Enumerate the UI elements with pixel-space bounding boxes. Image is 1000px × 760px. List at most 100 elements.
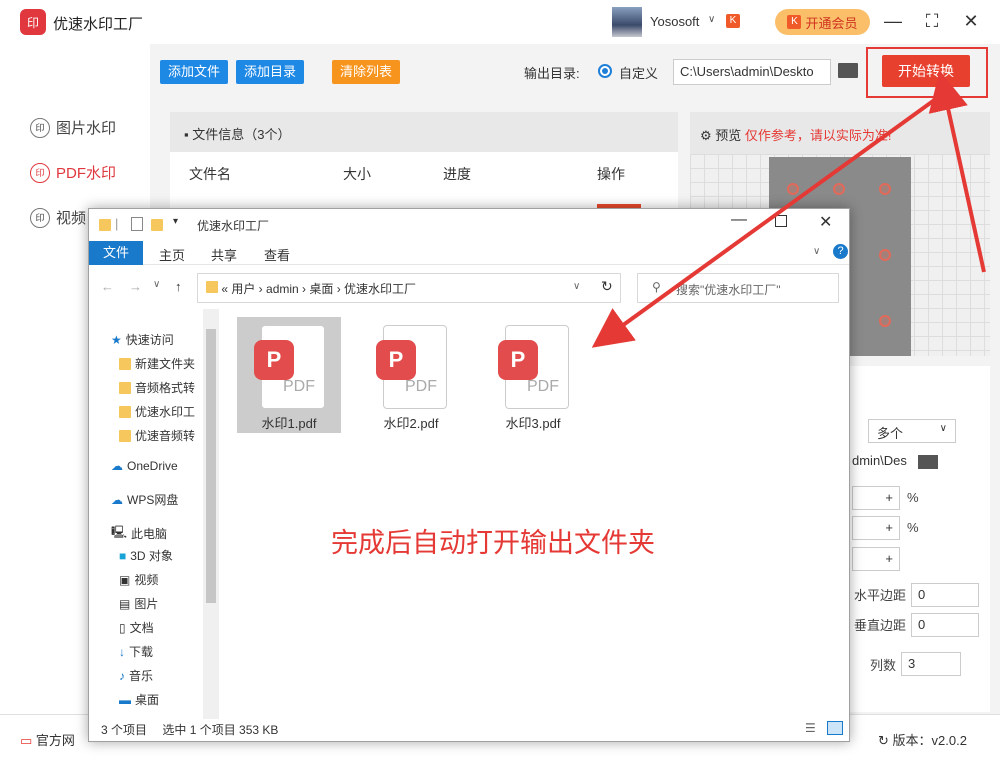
file-item[interactable]: P PDF 水印2.pdf bbox=[359, 317, 463, 433]
nav-quick-access[interactable]: ★ 快速访问 bbox=[111, 331, 174, 348]
sidebar-item-image-watermark[interactable]: 印图片水印 bbox=[30, 117, 116, 138]
plus-icon[interactable]: + bbox=[885, 520, 893, 535]
official-label: 官方网 bbox=[35, 733, 75, 748]
nav-scroll-thumb[interactable] bbox=[206, 329, 216, 603]
count-select[interactable]: 多个 ∨ bbox=[868, 419, 956, 443]
sidebar-item-video-watermark[interactable]: 印视频 bbox=[30, 207, 86, 228]
start-convert-button[interactable]: 开始转换 bbox=[882, 55, 970, 87]
customize-arrow-icon[interactable]: ▾ bbox=[173, 216, 178, 227]
large-icons-view-icon[interactable] bbox=[827, 721, 843, 735]
search-input[interactable]: ⚲ 搜索"优速水印工厂" bbox=[637, 273, 839, 303]
avatar[interactable] bbox=[612, 7, 642, 37]
folder-icon[interactable] bbox=[918, 455, 938, 469]
document-icon: ▪ bbox=[184, 127, 193, 142]
nav-onedrive[interactable]: ☁ OneDrive bbox=[111, 459, 178, 473]
settings-path: dmin\Des bbox=[852, 453, 907, 468]
up-icon[interactable]: ↑ bbox=[175, 279, 182, 294]
cols-input[interactable]: 3 bbox=[901, 652, 961, 676]
details-view-icon[interactable]: ☰ bbox=[805, 721, 816, 735]
folder-icon bbox=[119, 405, 131, 418]
preview-warning: 仅作参考，请以实际为准! bbox=[744, 128, 892, 143]
size-input[interactable]: + bbox=[852, 516, 900, 540]
refresh-icon: ↻ bbox=[878, 733, 893, 748]
tab-home[interactable]: 主页 bbox=[159, 245, 185, 264]
minimize-icon[interactable]: — bbox=[731, 211, 747, 229]
nav-3d-objects[interactable]: ■ 3D 对象 bbox=[119, 547, 173, 564]
pdf-badge-icon: P bbox=[498, 340, 538, 380]
tab-share[interactable]: 共享 bbox=[211, 245, 237, 264]
custom-radio[interactable] bbox=[598, 64, 612, 78]
nav-videos[interactable]: ▣ 视频 bbox=[119, 571, 158, 588]
cloud-icon: ☁ bbox=[111, 459, 123, 473]
chevron-down-icon[interactable]: ∨ bbox=[813, 246, 820, 257]
hmargin-input[interactable]: 0 bbox=[911, 583, 979, 607]
output-path-input[interactable]: C:\Users\admin\Deskto bbox=[673, 59, 831, 85]
explorer-window[interactable]: | ▾ 优速水印工厂 — ✕ 文件 主页 共享 查看 ∨ ? ← → ∨ ↑ «… bbox=[88, 208, 850, 742]
explorer-title: 优速水印工厂 bbox=[197, 219, 270, 233]
tab-view[interactable]: 查看 bbox=[264, 245, 290, 264]
sidebar-item-pdf-watermark[interactable]: 印 PDF水印 bbox=[30, 162, 116, 183]
close-icon[interactable]: ✕ bbox=[819, 212, 832, 232]
version-text: 版本：v2.0.2 bbox=[892, 733, 967, 748]
file-item[interactable]: P PDF 水印1.pdf bbox=[237, 317, 341, 433]
ribbon: 文件 主页 共享 查看 ∨ ? bbox=[89, 241, 849, 265]
help-icon[interactable]: ? bbox=[833, 244, 848, 259]
vmargin-input[interactable]: 0 bbox=[911, 613, 979, 637]
clear-list-button[interactable]: 清除列表 bbox=[332, 60, 401, 84]
nav-folder[interactable]: 新建文件夹 bbox=[119, 355, 195, 372]
website-icon: ▭ bbox=[20, 733, 36, 748]
nav-desktop[interactable]: ▬ 桌面 bbox=[119, 691, 159, 708]
nav-folder[interactable]: 音频格式转 bbox=[119, 379, 195, 396]
refresh-icon[interactable]: ↻ bbox=[601, 278, 613, 295]
app-title: 优速水印工厂 bbox=[53, 16, 144, 33]
pdf-file-icon: P PDF bbox=[254, 325, 325, 409]
watermark-dot bbox=[787, 183, 799, 195]
nav-downloads[interactable]: ↓ 下载 bbox=[119, 643, 153, 660]
nav-folder[interactable]: 优速水印工 bbox=[119, 403, 195, 420]
add-file-button[interactable]: 添加文件 bbox=[160, 60, 229, 84]
close-icon[interactable]: ✕ bbox=[961, 10, 981, 32]
music-icon: ♪ bbox=[119, 668, 125, 683]
file-name: 水印1.pdf bbox=[261, 416, 317, 431]
pdf-file-icon: P PDF bbox=[498, 325, 569, 409]
breadcrumb[interactable]: « 用户 › admin › 桌面 › 优速水印工厂 bbox=[221, 282, 416, 296]
folder-icon[interactable] bbox=[838, 63, 858, 78]
chevron-down-icon[interactable]: ∨ bbox=[708, 14, 715, 25]
nav-music[interactable]: ♪ 音乐 bbox=[119, 667, 153, 684]
properties-icon[interactable] bbox=[131, 217, 143, 231]
explorer-titlebar: | ▾ 优速水印工厂 — ✕ bbox=[89, 209, 849, 241]
new-folder-icon[interactable] bbox=[151, 219, 163, 231]
tab-file[interactable]: 文件 bbox=[89, 241, 143, 265]
chevron-down-icon[interactable]: ∨ bbox=[573, 281, 580, 292]
opacity-input[interactable]: + bbox=[852, 486, 900, 510]
add-directory-button[interactable]: 添加目录 bbox=[236, 60, 305, 84]
folder-icon bbox=[119, 429, 131, 442]
pdf-badge-icon: P bbox=[376, 340, 416, 380]
nav-pictures[interactable]: ▤ 图片 bbox=[119, 595, 158, 612]
preview-header: ⚙ 预览 仅作参考，请以实际为准! bbox=[690, 112, 990, 154]
maximize-icon[interactable] bbox=[775, 215, 787, 227]
recent-chevron-icon[interactable]: ∨ bbox=[153, 279, 160, 290]
sidebar-item-label: 图片水印 bbox=[56, 120, 117, 137]
nav-folder[interactable]: 优速音频转 bbox=[119, 427, 195, 444]
username[interactable]: Yososoft bbox=[650, 14, 699, 29]
nav-documents[interactable]: ▯ 文档 bbox=[119, 619, 154, 636]
gear-icon: ⚙ bbox=[700, 128, 716, 143]
file-item[interactable]: P PDF 水印3.pdf bbox=[481, 317, 585, 433]
plus-icon[interactable]: + bbox=[885, 490, 893, 505]
minimize-icon[interactable]: — bbox=[883, 10, 903, 32]
forward-icon[interactable]: → bbox=[129, 279, 142, 294]
computer-icon: 🖳 bbox=[111, 525, 128, 539]
vip-button[interactable]: K 开通会员 bbox=[775, 9, 870, 35]
maximize-icon[interactable]: ⛶ bbox=[922, 10, 942, 32]
nav-wps[interactable]: ☁ WPS网盘 bbox=[111, 491, 178, 508]
angle-input[interactable]: + bbox=[852, 547, 900, 571]
percent-label: % bbox=[907, 490, 919, 505]
plus-icon[interactable]: + bbox=[885, 551, 893, 566]
back-icon[interactable]: ← bbox=[101, 279, 114, 294]
official-site-link[interactable]: ▭ 官方网 bbox=[20, 730, 75, 749]
address-bar[interactable]: « 用户 › admin › 桌面 › 优速水印工厂 bbox=[197, 273, 621, 303]
pdf-file-icon: P PDF bbox=[376, 325, 447, 409]
nav-this-pc[interactable]: 🖳 此电脑 bbox=[111, 523, 167, 544]
desktop-icon: ▬ bbox=[119, 692, 131, 707]
